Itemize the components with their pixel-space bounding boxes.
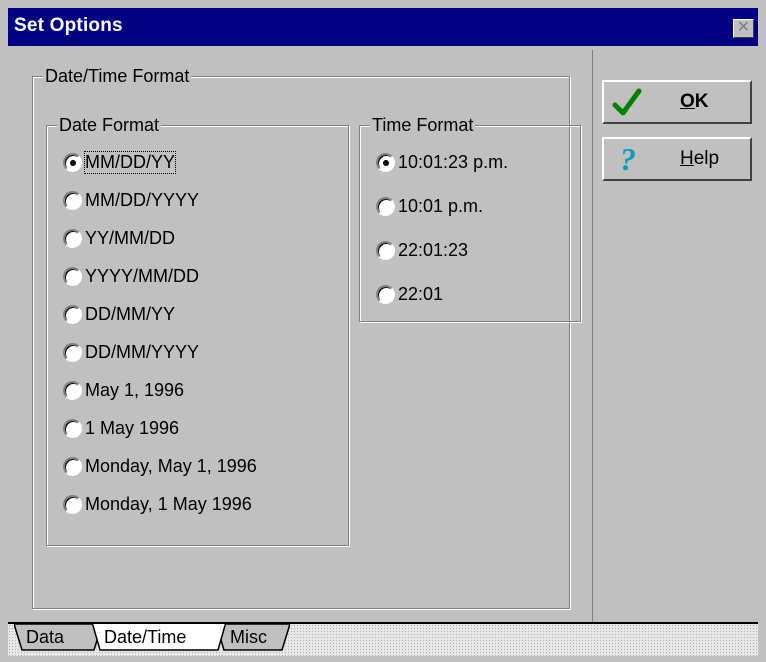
date-format-option[interactable]: YYYY/MM/DD bbox=[63, 266, 199, 287]
close-icon: ✕ bbox=[736, 19, 751, 36]
tab-date-time-label: Date/Time bbox=[104, 627, 187, 647]
date-format-option-label: YYYY/MM/DD bbox=[85, 266, 200, 286]
radio-button[interactable] bbox=[63, 343, 82, 362]
radio-button[interactable] bbox=[376, 241, 395, 260]
date-format-group: Date Format MM/DD/YY MM/DD/YYYY YY/MM/DD… bbox=[46, 114, 349, 546]
date-format-option[interactable]: Monday, 1 May 1996 bbox=[63, 494, 252, 515]
date-format-option[interactable]: May 1, 1996 bbox=[63, 380, 184, 401]
time-format-option-label: 22:01:23 bbox=[398, 240, 469, 260]
svg-text:?: ? bbox=[620, 142, 636, 176]
time-format-option[interactable]: 10:01:23 p.m. bbox=[376, 152, 508, 173]
tab-data-label: Data bbox=[26, 627, 65, 647]
help-button-label: Help bbox=[680, 148, 719, 170]
question-mark-icon: ? bbox=[620, 142, 636, 176]
time-format-option-label: 10:01:23 p.m. bbox=[398, 152, 509, 172]
ok-button[interactable]: OK bbox=[602, 80, 752, 124]
time-format-option[interactable]: 22:01 bbox=[376, 284, 443, 305]
tab-strip: Data Misc Date/Time bbox=[8, 622, 758, 656]
radio-button[interactable] bbox=[376, 153, 395, 172]
date-format-option[interactable]: 1 May 1996 bbox=[63, 418, 179, 439]
help-mnemonic: H bbox=[680, 148, 694, 169]
title-bar: Set Options ✕ bbox=[8, 8, 758, 46]
ok-rest: K bbox=[694, 91, 709, 112]
radio-button[interactable] bbox=[63, 229, 82, 248]
radio-button[interactable] bbox=[63, 267, 82, 286]
radio-button[interactable] bbox=[376, 197, 395, 216]
date-format-option-label: May 1, 1996 bbox=[85, 380, 185, 400]
date-time-tab-page: Date/Time Format Date Format MM/DD/YY MM… bbox=[10, 50, 593, 623]
set-options-dialog: Set Options ✕ Date/Time Format Date Form… bbox=[0, 0, 766, 662]
tab-date-time[interactable]: Date/Time bbox=[92, 624, 226, 652]
close-button[interactable]: ✕ bbox=[733, 19, 754, 38]
radio-button[interactable] bbox=[63, 457, 82, 476]
date-format-option-label: Monday, May 1, 1996 bbox=[85, 456, 257, 476]
date-format-option-label: Monday, 1 May 1996 bbox=[85, 494, 252, 514]
radio-button[interactable] bbox=[376, 285, 395, 304]
date-format-option-label: MM/DD/YYYY bbox=[85, 190, 200, 210]
checkmark-icon bbox=[612, 88, 642, 116]
help-button[interactable]: ? Help bbox=[602, 137, 752, 181]
date-format-option[interactable]: MM/DD/YY bbox=[63, 151, 176, 174]
ok-button-label: OK bbox=[680, 91, 709, 113]
radio-button[interactable] bbox=[63, 191, 82, 210]
date-format-option-label: YY/MM/DD bbox=[85, 228, 175, 248]
time-format-option-label: 10:01 p.m. bbox=[398, 196, 484, 216]
radio-button[interactable] bbox=[63, 495, 82, 514]
date-time-format-label: Date/Time Format bbox=[43, 65, 192, 87]
date-format-label: Date Format bbox=[57, 114, 162, 136]
date-format-option-label: DD/MM/YY bbox=[85, 304, 175, 324]
radio-button[interactable] bbox=[63, 419, 82, 438]
date-format-option[interactable]: Monday, May 1, 1996 bbox=[63, 456, 257, 477]
date-format-option-label: 1 May 1996 bbox=[85, 418, 180, 438]
window-title: Set Options bbox=[14, 15, 123, 36]
tab-misc[interactable]: Misc bbox=[216, 624, 290, 652]
radio-button[interactable] bbox=[63, 381, 82, 400]
help-rest: elp bbox=[693, 148, 720, 169]
time-format-group: Time Format 10:01:23 p.m. 10:01 p.m. 22:… bbox=[359, 114, 581, 322]
tab-data[interactable]: Data bbox=[14, 624, 102, 652]
date-format-option-label: MM/DD/YY bbox=[84, 151, 176, 174]
date-format-option[interactable]: YY/MM/DD bbox=[63, 228, 175, 249]
ok-mnemonic: O bbox=[680, 91, 695, 112]
time-format-option-label: 22:01 bbox=[398, 284, 444, 304]
radio-button[interactable] bbox=[63, 305, 82, 324]
date-format-option[interactable]: DD/MM/YYYY bbox=[63, 342, 199, 363]
time-format-option[interactable]: 10:01 p.m. bbox=[376, 196, 483, 217]
date-format-option[interactable]: DD/MM/YY bbox=[63, 304, 175, 325]
radio-button[interactable] bbox=[63, 153, 82, 172]
tab-misc-label: Misc bbox=[230, 627, 267, 647]
date-format-option[interactable]: MM/DD/YYYY bbox=[63, 190, 199, 211]
time-format-label: Time Format bbox=[370, 114, 476, 136]
time-format-option[interactable]: 22:01:23 bbox=[376, 240, 468, 261]
date-format-option-label: DD/MM/YYYY bbox=[85, 342, 200, 362]
